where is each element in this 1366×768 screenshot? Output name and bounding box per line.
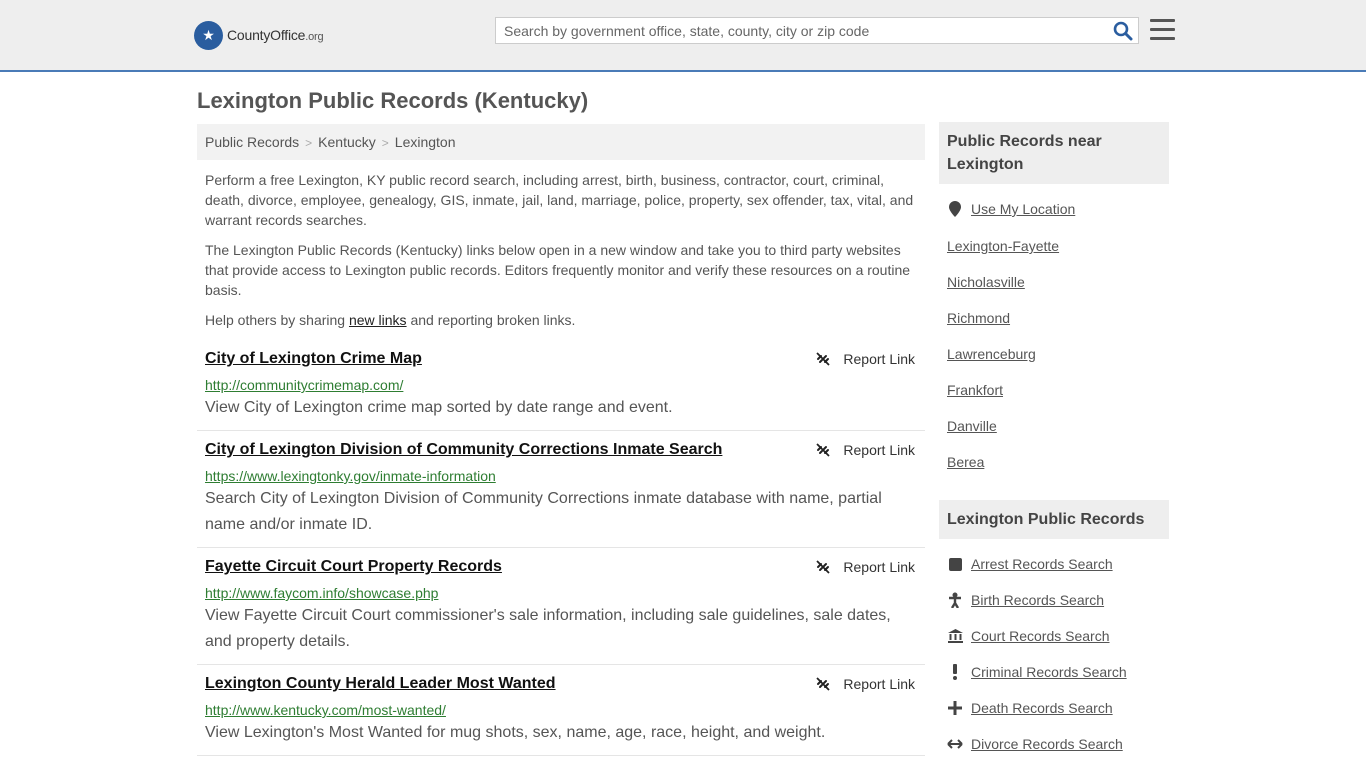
nearby-records-heading: Public Records near Lexington bbox=[939, 122, 1169, 184]
hamburger-menu-button[interactable] bbox=[1150, 19, 1175, 41]
record-title-link[interactable]: Lexington County Herald Leader Most Want… bbox=[205, 675, 556, 693]
nearby-link-berea[interactable]: Berea bbox=[947, 454, 984, 470]
intro-text: and reporting broken links. bbox=[406, 312, 576, 328]
breadcrumb-separator: > bbox=[305, 136, 313, 150]
record-url[interactable]: http://communitycrimemap.com/ bbox=[205, 377, 403, 393]
sidebar-item-divorce[interactable]: Divorce Records Search bbox=[947, 736, 1123, 752]
broken-link-icon bbox=[816, 677, 831, 691]
report-link-label: Report Link bbox=[843, 676, 915, 692]
nearby-link-danville[interactable]: Danville bbox=[947, 418, 997, 434]
map-pin-icon bbox=[947, 201, 963, 217]
sidebar-link-criminal[interactable]: Criminal Records Search bbox=[971, 664, 1127, 680]
nearby-link-frankfort[interactable]: Frankfort bbox=[947, 382, 1003, 398]
report-link-label: Report Link bbox=[843, 351, 915, 367]
report-link-button[interactable]: Report Link bbox=[815, 442, 915, 458]
search-icon bbox=[1113, 21, 1133, 41]
logo-main: CountyOffice bbox=[227, 27, 306, 43]
report-link-label: Report Link bbox=[843, 559, 915, 575]
intro-paragraph-2: The Lexington Public Records (Kentucky) … bbox=[205, 242, 911, 298]
eagle-seal-icon: ★ bbox=[194, 20, 223, 50]
sidebar-link-court[interactable]: Court Records Search bbox=[971, 628, 1110, 644]
search-box bbox=[495, 17, 1139, 44]
intro-paragraph-1: Perform a free Lexington, KY public reco… bbox=[205, 172, 914, 228]
nearby-link-lawrenceburg[interactable]: Lawrenceburg bbox=[947, 346, 1036, 362]
site-logo[interactable]: ★ CountyOffice.org bbox=[194, 20, 324, 50]
square-icon bbox=[947, 556, 963, 572]
sidebar-item-court[interactable]: Court Records Search bbox=[947, 628, 1110, 644]
report-link-button[interactable]: Report Link bbox=[815, 676, 915, 692]
breadcrumb-lexington[interactable]: Lexington bbox=[395, 134, 456, 150]
menu-bar bbox=[1150, 28, 1175, 31]
sidebar-item-birth[interactable]: Birth Records Search bbox=[947, 592, 1104, 608]
broken-link-icon bbox=[816, 560, 831, 574]
sidebar-link-birth[interactable]: Birth Records Search bbox=[971, 592, 1104, 608]
record-url[interactable]: https://www.lexingtonky.gov/inmate-infor… bbox=[205, 468, 496, 484]
report-link-label: Report Link bbox=[843, 442, 915, 458]
record-item: City of Lexington Crime Map Report Link … bbox=[197, 350, 925, 431]
breadcrumb-kentucky[interactable]: Kentucky bbox=[318, 134, 376, 150]
record-item: Lexington County Herald Leader Most Want… bbox=[197, 675, 925, 756]
cross-icon bbox=[947, 700, 963, 716]
breadcrumb-separator: > bbox=[381, 136, 389, 150]
sidebar-item-death[interactable]: Death Records Search bbox=[947, 700, 1113, 716]
sidebar-link-death[interactable]: Death Records Search bbox=[971, 700, 1113, 716]
intro-paragraph-3: Help others by sharing new links and rep… bbox=[205, 310, 920, 330]
broken-link-icon bbox=[816, 352, 831, 366]
report-link-button[interactable]: Report Link bbox=[815, 351, 915, 367]
record-title-link[interactable]: City of Lexington Division of Community … bbox=[205, 441, 722, 459]
sidebar-item-criminal[interactable]: Criminal Records Search bbox=[947, 664, 1127, 680]
record-description: Search City of Lexington Division of Com… bbox=[205, 490, 882, 533]
nearby-link-nicholasville[interactable]: Nicholasville bbox=[947, 274, 1025, 290]
menu-bar bbox=[1150, 37, 1175, 40]
search-input[interactable] bbox=[496, 18, 1104, 43]
logo-suffix: .org bbox=[305, 31, 324, 43]
nearby-link-richmond[interactable]: Richmond bbox=[947, 310, 1010, 326]
sidebar-link-arrest[interactable]: Arrest Records Search bbox=[971, 556, 1113, 572]
breadcrumb-public-records[interactable]: Public Records bbox=[205, 134, 299, 150]
sidebar-link-divorce[interactable]: Divorce Records Search bbox=[971, 736, 1123, 752]
person-icon bbox=[947, 592, 963, 608]
intro-text: Help others by sharing bbox=[205, 312, 349, 328]
record-title-link[interactable]: City of Lexington Crime Map bbox=[205, 350, 422, 368]
record-description: View City of Lexington crime map sorted … bbox=[205, 399, 673, 416]
record-url[interactable]: http://www.faycom.info/showcase.php bbox=[205, 585, 438, 601]
sidebar-item-arrest[interactable]: Arrest Records Search bbox=[947, 556, 1113, 572]
record-url[interactable]: http://www.kentucky.com/most-wanted/ bbox=[205, 702, 446, 718]
lexington-records-heading: Lexington Public Records bbox=[939, 500, 1169, 539]
page-title: Lexington Public Records (Kentucky) bbox=[197, 88, 589, 113]
record-item: Fayette Circuit Court Property Records R… bbox=[197, 558, 925, 665]
breadcrumb: Public Records > Kentucky > Lexington bbox=[197, 124, 925, 160]
broken-link-icon bbox=[816, 443, 831, 457]
record-item: City of Lexington Division of Community … bbox=[197, 441, 925, 548]
record-description: View Fayette Circuit Court commissioner'… bbox=[205, 607, 891, 650]
logo-text: CountyOffice.org bbox=[227, 27, 324, 43]
site-header: ★ CountyOffice.org bbox=[0, 0, 1366, 72]
menu-bar bbox=[1150, 19, 1175, 22]
use-my-location-link[interactable]: Use My Location bbox=[971, 201, 1075, 217]
arrows-icon bbox=[947, 736, 963, 752]
exclamation-icon bbox=[947, 664, 963, 680]
record-title-link[interactable]: Fayette Circuit Court Property Records bbox=[205, 558, 502, 576]
courthouse-icon bbox=[947, 628, 963, 644]
report-link-button[interactable]: Report Link bbox=[815, 559, 915, 575]
new-links-link[interactable]: new links bbox=[349, 312, 407, 328]
nearby-link-lexington-fayette[interactable]: Lexington-Fayette bbox=[947, 238, 1059, 254]
search-button[interactable] bbox=[1113, 21, 1133, 41]
record-description: View Lexington's Most Wanted for mug sho… bbox=[205, 724, 826, 741]
use-my-location[interactable]: Use My Location bbox=[947, 201, 1075, 217]
